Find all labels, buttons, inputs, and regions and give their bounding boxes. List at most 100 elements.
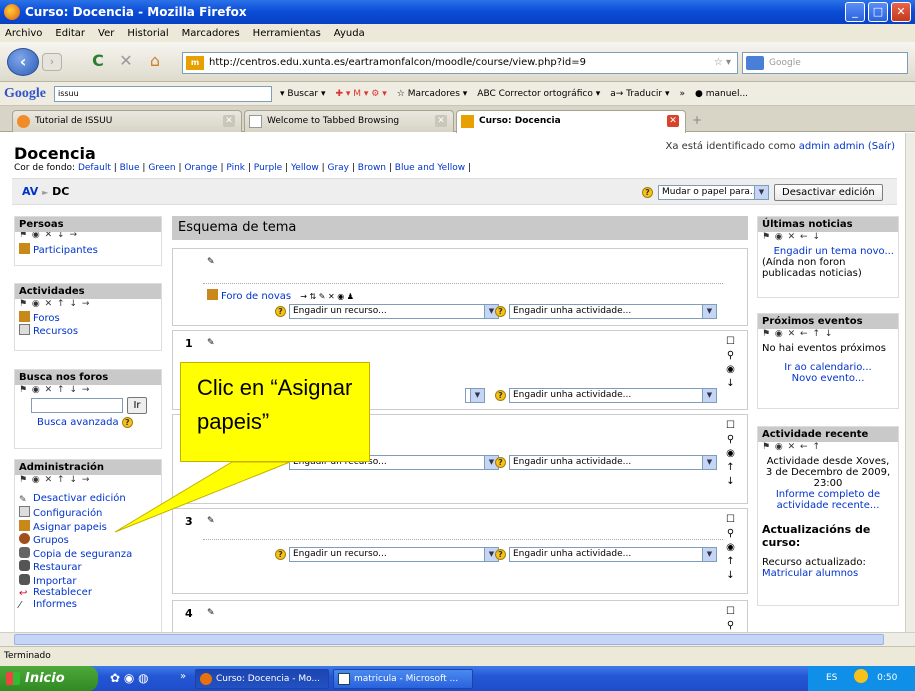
marcadores-button[interactable]: ☆ Marcadores ▾ bbox=[397, 89, 468, 99]
google-toolbar-input[interactable]: issuu bbox=[54, 85, 272, 102]
calendar-link[interactable]: Ir ao calendario... bbox=[784, 362, 871, 373]
menu-ver[interactable]: Ver bbox=[98, 28, 114, 39]
admin-backup-link[interactable]: Copia de seguranza bbox=[33, 549, 132, 560]
bg-blue-link[interactable]: Blue bbox=[120, 163, 140, 173]
quicklaunch-icons[interactable]: ✿ ◉ ◍ bbox=[110, 671, 149, 685]
bg-orange-link[interactable]: Orange bbox=[184, 163, 217, 173]
tab-welcome[interactable]: Welcome to Tabbed Browsing ✕ bbox=[244, 110, 454, 132]
edit-summary-icon[interactable]: ✎ bbox=[207, 257, 215, 267]
close-window-button[interactable]: ✕ bbox=[891, 2, 911, 22]
stop-icon[interactable]: ✕ bbox=[116, 51, 136, 70]
menu-archivo[interactable]: Archivo bbox=[5, 28, 42, 39]
tab-close-icon[interactable]: ✕ bbox=[667, 115, 679, 127]
home-icon[interactable]: ⌂ bbox=[145, 51, 165, 70]
bg-default-link[interactable]: Default bbox=[78, 163, 111, 173]
edit-summary-icon[interactable]: ✎ bbox=[207, 608, 215, 618]
search-box[interactable]: Google bbox=[742, 52, 908, 74]
section-controls[interactable]: ☐ ⚲ ◉ ↑ ↓ bbox=[726, 513, 735, 583]
menu-editar[interactable]: Editar bbox=[55, 28, 85, 39]
add-activity-select[interactable]: Engadir unha actividade... ▼ bbox=[509, 388, 717, 403]
block-controls[interactable]: ⚑ ◉ ✕ ← ↑ ↓ bbox=[758, 329, 898, 339]
admin-reports-link[interactable]: Informes bbox=[33, 599, 77, 610]
section-controls[interactable]: ☐ ⚲ ◉ ↑ ↓ bbox=[726, 419, 735, 489]
block-controls[interactable]: ⚑ ◉ ✕ ← ↓ bbox=[758, 232, 898, 242]
forward-button[interactable]: › bbox=[42, 53, 62, 71]
add-resource-select[interactable]: Engadir un recurso... ▼ bbox=[289, 304, 499, 319]
menu-marcadores[interactable]: Marcadores bbox=[182, 28, 240, 39]
resources-link[interactable]: Recursos bbox=[33, 326, 78, 337]
add-activity-select[interactable]: Engadir unha actividade... ▼ bbox=[509, 455, 717, 470]
horizontal-scrollbar[interactable] bbox=[0, 632, 915, 646]
block-controls[interactable]: ⚑ ◉ ✕ ↑ ↓ → bbox=[15, 385, 161, 395]
new-tab-button[interactable]: + bbox=[692, 113, 702, 127]
admin-settings-link[interactable]: Configuración bbox=[33, 508, 102, 519]
bg-blue-yellow-link[interactable]: Blue and Yellow bbox=[395, 163, 465, 173]
block-controls[interactable]: ⚑ ◉ ✕ ↑ ↓ → bbox=[15, 299, 161, 309]
add-activity-select[interactable]: Engadir unha actividade... ▼ bbox=[509, 547, 717, 562]
breadcrumb-root-link[interactable]: AV bbox=[22, 185, 38, 198]
admin-restore-link[interactable]: Restaurar bbox=[33, 562, 82, 573]
task-firefox[interactable]: Curso: Docencia - Mo... bbox=[195, 669, 329, 689]
star-bookmark-icon[interactable]: ☆ ▾ bbox=[714, 53, 731, 73]
user-button[interactable]: ● manuel... bbox=[695, 89, 748, 99]
edit-summary-icon[interactable]: ✎ bbox=[207, 516, 215, 526]
bg-green-link[interactable]: Green bbox=[148, 163, 175, 173]
bg-gray-link[interactable]: Gray bbox=[327, 163, 349, 173]
tray-icon[interactable] bbox=[854, 669, 869, 683]
block-controls[interactable]: ⚑ ◉ ✕ ← ↑ bbox=[758, 442, 898, 452]
admin-import-link[interactable]: Importar bbox=[33, 576, 76, 587]
add-resource-select[interactable]: ▼ bbox=[465, 388, 485, 403]
quicklaunch-more[interactable]: » bbox=[180, 671, 186, 682]
url-bar[interactable]: m http://centros.edu.xunta.es/eartramonf… bbox=[182, 52, 738, 74]
menu-ayuda[interactable]: Ayuda bbox=[334, 28, 365, 39]
bg-brown-link[interactable]: Brown bbox=[358, 163, 386, 173]
advanced-search-link[interactable]: Busca avanzada bbox=[37, 417, 119, 428]
minimize-button[interactable]: _ bbox=[845, 2, 865, 22]
scroll-thumb[interactable] bbox=[14, 634, 884, 645]
edit-summary-icon[interactable]: ✎ bbox=[207, 338, 215, 348]
corrector-button[interactable]: ABC Corrector ortográfico ▾ bbox=[477, 89, 600, 99]
help-icon[interactable]: ? bbox=[121, 417, 133, 428]
block-controls[interactable]: ⚑ ◉ ✕ ↑ ↓ → bbox=[15, 475, 161, 485]
admin-groups-link[interactable]: Grupos bbox=[33, 535, 69, 546]
task-word[interactable]: matricula - Microsoft ... bbox=[333, 669, 473, 689]
bg-purple-link[interactable]: Purple bbox=[254, 163, 282, 173]
vertical-scrollbar[interactable] bbox=[905, 133, 915, 632]
help-icon[interactable]: ? bbox=[495, 457, 506, 468]
traducir-button[interactable]: a→ Traducir ▾ bbox=[610, 89, 669, 99]
admin-assign-roles-link[interactable]: Asignar papeis bbox=[33, 522, 107, 533]
section-controls[interactable]: ☐ ⚲ bbox=[726, 605, 735, 632]
tab-close-icon[interactable]: ✕ bbox=[435, 115, 447, 127]
menu-historial[interactable]: Historial bbox=[127, 28, 168, 39]
full-report-link[interactable]: Informe completo de actividade recente..… bbox=[776, 489, 880, 511]
logout-link[interactable]: (Saír) bbox=[868, 141, 895, 152]
add-resource-select[interactable]: Engadir un recurso... ▼ bbox=[289, 547, 499, 562]
menu-herramientas[interactable]: Herramientas bbox=[253, 28, 321, 39]
add-activity-select[interactable]: Engadir unha actividade... ▼ bbox=[509, 304, 717, 319]
reload-icon[interactable]: C bbox=[88, 51, 108, 70]
bg-pink-link[interactable]: Pink bbox=[226, 163, 245, 173]
add-topic-link[interactable]: Engadir un tema novo... bbox=[774, 246, 894, 257]
section-controls[interactable]: ☐ ⚲ ◉ ↓ bbox=[726, 335, 735, 391]
tab-tutorial-issuu[interactable]: Tutorial de ISSUU ✕ bbox=[12, 110, 242, 132]
forums-link[interactable]: Foros bbox=[33, 313, 60, 324]
role-switch-select[interactable]: Mudar o papel para... ▼ bbox=[658, 185, 769, 200]
tab-close-icon[interactable]: ✕ bbox=[223, 115, 235, 127]
toolbar-icons[interactable]: ✚ ▾ M ▾ ⚙ ▾ bbox=[336, 89, 387, 99]
admin-disable-edit-link[interactable]: Desactivar edición bbox=[33, 493, 126, 504]
login-user-link[interactable]: admin admin bbox=[799, 141, 865, 152]
news-forum-link[interactable]: Foro de novas bbox=[221, 291, 291, 302]
google-buscar-button[interactable]: ▾ Buscar ▾ bbox=[280, 89, 326, 99]
toggle-edit-button[interactable]: Desactivar edición bbox=[774, 184, 883, 201]
bg-yellow-link[interactable]: Yellow bbox=[291, 163, 319, 173]
help-icon[interactable]: ? bbox=[495, 306, 506, 317]
activity-edit-icons[interactable]: → ⇅ ✎ ✕ ◉ ♟ bbox=[300, 292, 354, 301]
language-indicator[interactable]: ES bbox=[826, 673, 837, 683]
admin-reset-link[interactable]: Restablecer bbox=[33, 587, 92, 598]
more-chevron[interactable]: » bbox=[680, 89, 686, 99]
maximize-button[interactable]: □ bbox=[868, 2, 888, 22]
back-button[interactable]: ‹ bbox=[7, 48, 39, 76]
help-icon[interactable]: ? bbox=[642, 187, 653, 198]
updated-item-link[interactable]: Matricular alumnos bbox=[762, 568, 858, 579]
new-event-link[interactable]: Novo evento... bbox=[792, 373, 865, 384]
